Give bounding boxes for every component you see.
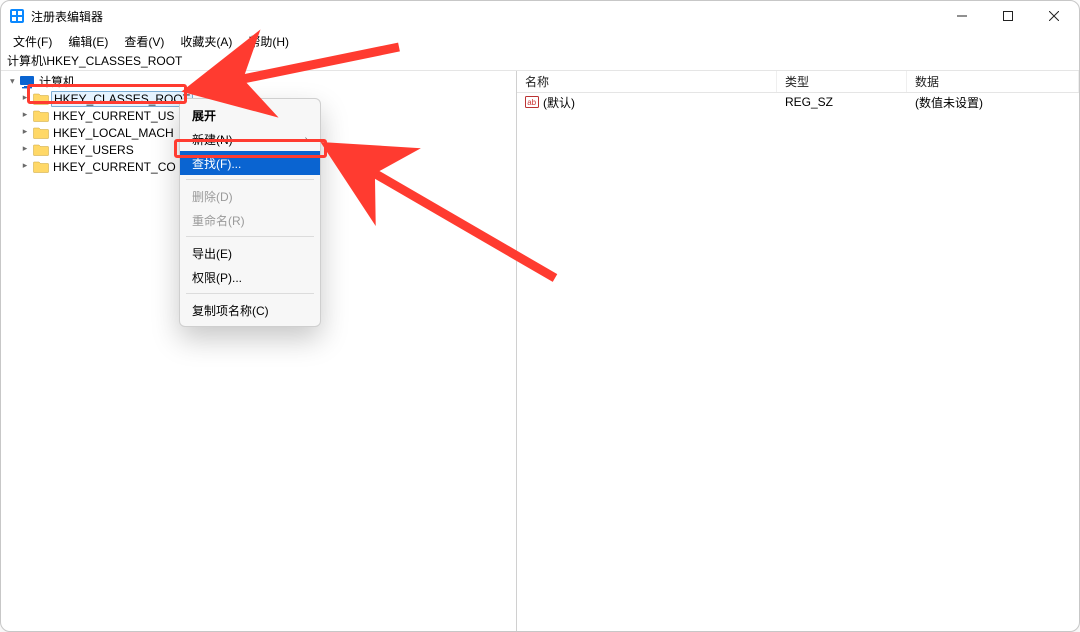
maximize-button[interactable] <box>985 1 1031 31</box>
menu-favorites[interactable]: 收藏夹(A) <box>172 31 240 52</box>
ctx-delete: 删除(D) <box>180 184 320 208</box>
chevron-right-icon[interactable]: ▸ <box>23 126 28 137</box>
tree-root-label: 计算机 <box>37 73 77 90</box>
cell-type: REG_SZ <box>785 95 833 109</box>
cell-data: (数值未设置) <box>915 94 983 111</box>
chevron-right-icon[interactable]: ▸ <box>23 143 28 154</box>
registry-editor-window: 注册表编辑器 文件(F) 编辑(E) 查看(V) 收藏夹(A) 帮助(H) 计算… <box>0 0 1080 632</box>
folder-icon <box>33 126 49 139</box>
folder-icon <box>33 143 49 156</box>
ctx-expand[interactable]: 展开 <box>180 103 320 127</box>
col-header-type[interactable]: 类型 <box>777 71 907 92</box>
tree-item-label: HKEY_USERS <box>51 143 136 157</box>
window-title: 注册表编辑器 <box>31 8 103 25</box>
list-body[interactable]: ab (默认) REG_SZ (数值未设置) <box>517 93 1079 631</box>
app-icon <box>9 8 25 24</box>
close-button[interactable] <box>1031 1 1077 31</box>
ctx-new[interactable]: 新建(N) › <box>180 127 320 151</box>
folder-icon <box>33 92 49 105</box>
col-header-name[interactable]: 名称 <box>517 71 777 92</box>
menu-edit[interactable]: 编辑(E) <box>60 31 116 52</box>
list-pane: 名称 类型 数据 ab (默认) REG_SZ (数值未设置) <box>517 71 1079 631</box>
ctx-separator <box>186 179 314 180</box>
menu-view[interactable]: 查看(V) <box>116 31 172 52</box>
ctx-rename: 重命名(R) <box>180 208 320 232</box>
menubar: 文件(F) 编辑(E) 查看(V) 收藏夹(A) 帮助(H) <box>1 31 1079 51</box>
address-bar[interactable]: 计算机\HKEY_CLASSES_ROOT <box>1 51 1079 71</box>
chevron-down-icon[interactable]: ▸ <box>7 79 18 84</box>
tree-item-label: HKEY_LOCAL_MACH <box>51 126 176 140</box>
close-icon <box>1049 11 1059 21</box>
ctx-separator <box>186 236 314 237</box>
menu-file[interactable]: 文件(F) <box>5 31 60 52</box>
context-menu: 展开 新建(N) › 查找(F)... 删除(D) 重命名(R) 导出(E) 权… <box>179 98 321 327</box>
reg-string-icon: ab <box>525 95 539 109</box>
cell-name: (默认) <box>543 94 575 111</box>
minimize-button[interactable] <box>939 1 985 31</box>
maximize-icon <box>1003 11 1013 21</box>
chevron-right-icon[interactable]: ▸ <box>23 109 28 120</box>
ctx-find[interactable]: 查找(F)... <box>180 151 320 175</box>
titlebar: 注册表编辑器 <box>1 1 1079 31</box>
tree-root-row[interactable]: ▸ 计算机 <box>5 73 514 90</box>
svg-text:ab: ab <box>527 98 536 107</box>
computer-icon <box>19 75 35 89</box>
chevron-right-icon[interactable]: ▸ <box>23 160 28 171</box>
ctx-permissions[interactable]: 权限(P)... <box>180 265 320 289</box>
list-row[interactable]: ab (默认) REG_SZ (数值未设置) <box>517 93 1079 111</box>
minimize-icon <box>957 11 967 21</box>
folder-icon <box>33 109 49 122</box>
tree-item-label: HKEY_CURRENT_CO <box>51 160 178 174</box>
col-header-data[interactable]: 数据 <box>907 71 1079 92</box>
menu-help[interactable]: 帮助(H) <box>240 31 297 52</box>
ctx-copy-key-name[interactable]: 复制项名称(C) <box>180 298 320 322</box>
ctx-export[interactable]: 导出(E) <box>180 241 320 265</box>
address-text: 计算机\HKEY_CLASSES_ROOT <box>7 52 182 69</box>
ctx-separator <box>186 293 314 294</box>
body-split: ▸ 计算机 ▸ HKEY_CLASSES_ROOT <box>1 71 1079 631</box>
chevron-right-icon[interactable]: ▸ <box>23 92 28 103</box>
submenu-chevron-icon: › <box>305 134 308 145</box>
tree-item-label: HKEY_CLASSES_ROOT <box>51 91 193 107</box>
folder-icon <box>33 160 49 173</box>
tree-item-label: HKEY_CURRENT_US <box>51 109 176 123</box>
list-header: 名称 类型 数据 <box>517 71 1079 93</box>
